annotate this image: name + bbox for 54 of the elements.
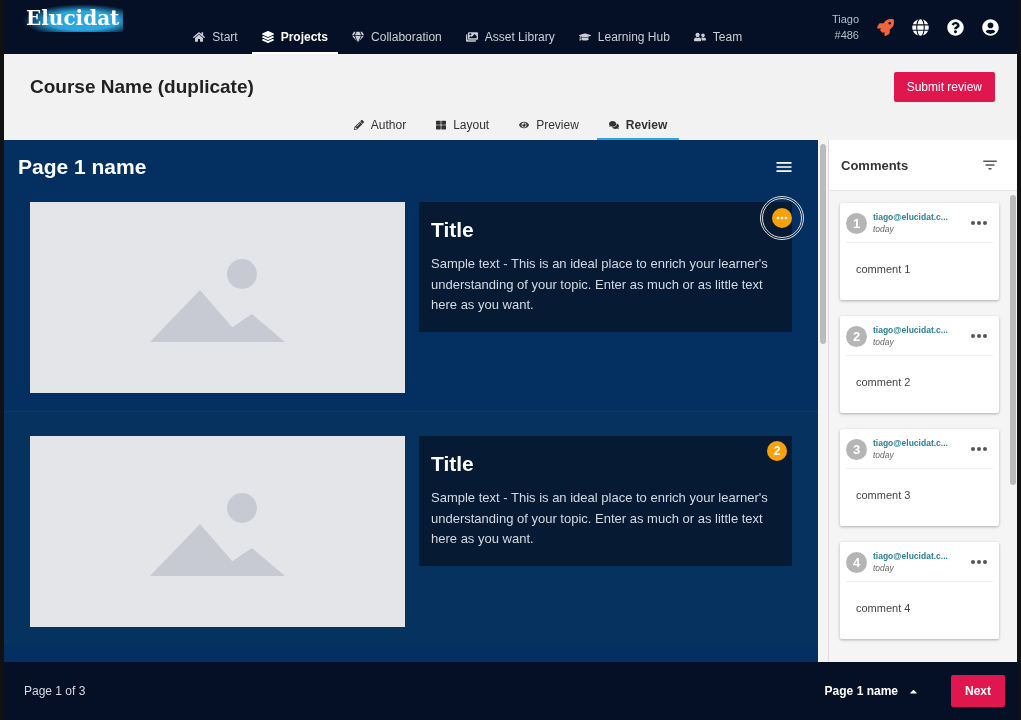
comment-time: today xyxy=(873,449,895,461)
comment-number: 4 xyxy=(846,551,867,573)
eye-icon xyxy=(519,120,530,130)
comment-text: comment 3 xyxy=(856,489,912,501)
nav-tab[interactable]: Start xyxy=(183,28,248,54)
comment-author: tiago@elucidat.c... xyxy=(873,211,949,223)
scrollbar[interactable] xyxy=(820,144,826,344)
grid-icon xyxy=(436,120,447,130)
people-icon xyxy=(693,31,706,43)
gem-icon xyxy=(352,31,365,43)
nav-tab[interactable]: Asset Library xyxy=(455,28,565,54)
user-icon[interactable] xyxy=(982,18,999,36)
chat-icon xyxy=(608,120,619,130)
mode-tab[interactable]: Author xyxy=(341,118,419,140)
nav-tab[interactable]: Collaboration xyxy=(342,28,452,54)
comment-author: tiago@elucidat.c... xyxy=(873,324,949,336)
mode-tab[interactable]: Preview xyxy=(507,118,591,140)
layers-icon xyxy=(261,31,274,43)
block-text: Sample text - This is an ideal place to enrich your learner's understanding of your topic. Enter as much or as little text here as you want. xyxy=(431,255,769,314)
comment-time: today xyxy=(873,562,895,574)
more-icon xyxy=(776,216,788,220)
nav-tab[interactable]: Team xyxy=(683,28,753,54)
page-select[interactable]: Page 1 name xyxy=(818,683,925,699)
comment-text: comment 2 xyxy=(856,376,912,388)
nav-tab[interactable]: Learning Hub xyxy=(568,28,680,54)
comment-author: tiago@elucidat.c... xyxy=(873,437,949,449)
course-title: Course Name (duplicate) xyxy=(30,76,254,98)
scrollbar[interactable] xyxy=(1010,195,1016,485)
comment-author: tiago@elucidat.c... xyxy=(873,550,949,562)
home-icon xyxy=(193,31,206,43)
nav-tab[interactable]: Projects xyxy=(251,28,339,54)
panel-title: Comments xyxy=(841,157,909,173)
page-counter: Page 1 of 3 xyxy=(24,684,86,698)
block-title: Title xyxy=(431,218,475,242)
next-button[interactable]: Next xyxy=(951,675,1005,707)
rocket-icon[interactable] xyxy=(877,18,894,36)
comment-number: 3 xyxy=(846,438,867,460)
comment-time: today xyxy=(873,223,895,235)
comment-text: comment 1 xyxy=(856,263,912,275)
images-icon xyxy=(465,31,478,43)
user-label: Tiago #486 xyxy=(831,12,859,43)
block-title: Title xyxy=(431,452,475,476)
graduation-cap-icon xyxy=(578,31,591,43)
comment-number: 1 xyxy=(846,212,867,234)
block-text: Sample text - This is an ideal place to enrich your learner's understanding of your topic. Enter as much or as little text here as you want. xyxy=(431,489,769,548)
globe-icon[interactable] xyxy=(912,18,929,36)
comment-number: 2 xyxy=(846,325,867,347)
submit-review-button[interactable]: Submit review xyxy=(893,72,995,102)
comment-text: comment 4 xyxy=(856,602,912,614)
page-title: Page 1 name xyxy=(18,155,147,179)
pencil-icon xyxy=(353,120,364,130)
mode-tab[interactable]: Layout xyxy=(424,118,502,140)
help-icon[interactable] xyxy=(947,18,964,36)
comment-time: today xyxy=(873,336,895,348)
